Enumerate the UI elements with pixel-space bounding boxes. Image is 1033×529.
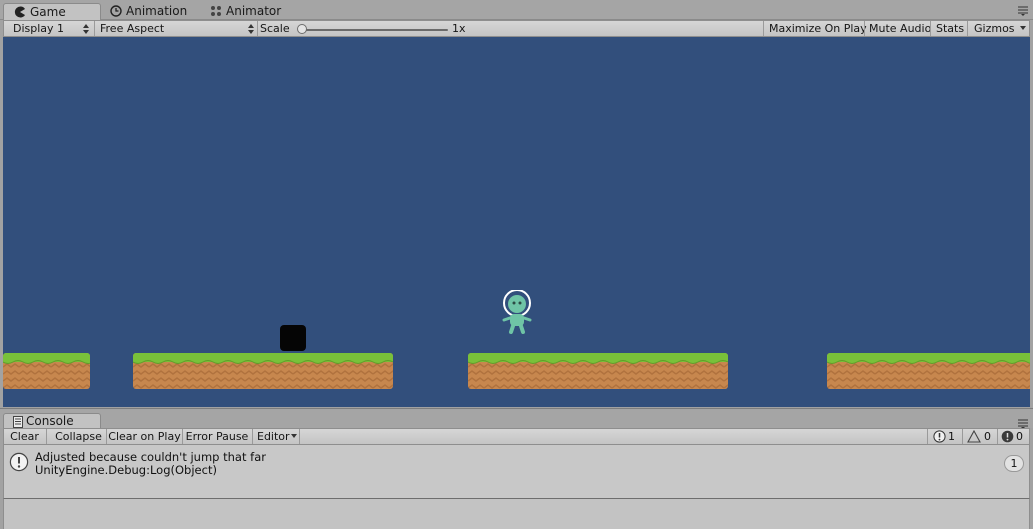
console-toolbar: Clear Collapse Clear on Play Error Pause… bbox=[3, 428, 1030, 445]
scale-label: Scale bbox=[260, 22, 290, 35]
alien-player-sprite bbox=[502, 290, 532, 334]
ground-platform bbox=[827, 353, 1030, 389]
toolbar-divider bbox=[927, 429, 928, 444]
collapse-toggle[interactable]: Collapse bbox=[51, 429, 106, 444]
scale-slider-handle[interactable] bbox=[297, 24, 307, 34]
tab-game-label: Game bbox=[30, 5, 66, 19]
info-icon bbox=[9, 452, 29, 472]
console-detail-pane[interactable] bbox=[3, 499, 1030, 529]
tab-game[interactable]: Game bbox=[3, 3, 101, 20]
log-entry[interactable]: Adjusted because couldn't jump that far … bbox=[4, 447, 1029, 479]
tab-animator[interactable]: Animator bbox=[200, 3, 300, 20]
error-filter-toggle[interactable]: 0 bbox=[999, 429, 1029, 444]
log-stacktrace: UnityEngine.Debug:Log(Object) bbox=[35, 463, 217, 477]
gizmos-label: Gizmos bbox=[974, 22, 1015, 35]
scale-slider-track[interactable] bbox=[300, 29, 448, 31]
ground-platform bbox=[133, 353, 393, 389]
black-block-obstacle bbox=[280, 325, 306, 351]
tab-animator-label: Animator bbox=[226, 4, 282, 18]
warning-count: 0 bbox=[984, 430, 991, 443]
console-tab-bar: Console bbox=[0, 408, 1033, 429]
dropdown-arrow-icon bbox=[83, 24, 89, 28]
ground-platform bbox=[468, 353, 728, 389]
mute-audio-toggle[interactable]: Mute Audio bbox=[863, 21, 937, 36]
info-count: 1 bbox=[948, 430, 955, 443]
warning-icon bbox=[967, 430, 981, 443]
display-dropdown[interactable]: Display 1 bbox=[7, 21, 93, 36]
maximize-on-play-toggle[interactable]: Maximize On Play bbox=[763, 21, 873, 36]
display-label: Display 1 bbox=[13, 22, 65, 35]
pacman-icon bbox=[14, 6, 25, 18]
scale-value: 1x bbox=[452, 22, 466, 35]
console-icon bbox=[13, 416, 23, 428]
clock-icon bbox=[110, 5, 122, 17]
game-toolbar: Display 1 Free Aspect Scale 1x Maximize … bbox=[3, 20, 1030, 37]
error-icon bbox=[1001, 430, 1014, 443]
gizmos-dropdown[interactable]: Gizmos bbox=[968, 21, 1030, 36]
stats-toggle[interactable]: Stats bbox=[930, 21, 970, 36]
console-log-list[interactable]: Adjusted because couldn't jump that far … bbox=[3, 445, 1030, 499]
error-pause-toggle[interactable]: Error Pause bbox=[183, 429, 251, 444]
game-view[interactable] bbox=[3, 37, 1030, 407]
log-message: Adjusted because couldn't jump that far bbox=[35, 450, 266, 464]
ground-platform bbox=[3, 353, 90, 389]
dropdown-arrow-icon bbox=[83, 30, 89, 34]
editor-tab-bar: Game Animation Animator bbox=[0, 0, 1033, 20]
tab-console[interactable]: Console bbox=[3, 413, 101, 429]
toolbar-divider bbox=[997, 429, 998, 444]
aspect-label: Free Aspect bbox=[100, 22, 165, 35]
panel-menu-icon[interactable] bbox=[1017, 4, 1029, 16]
warning-filter-toggle[interactable]: 0 bbox=[964, 429, 997, 444]
dropdown-arrow-icon bbox=[291, 434, 297, 438]
log-count-badge: 1 bbox=[1004, 455, 1024, 472]
info-filter-toggle[interactable]: 1 bbox=[930, 429, 962, 444]
editor-label: Editor bbox=[257, 430, 290, 443]
tab-animation-label: Animation bbox=[126, 4, 188, 18]
dropdown-arrow-icon bbox=[1020, 26, 1026, 30]
toolbar-divider bbox=[46, 429, 47, 444]
info-icon bbox=[933, 430, 946, 443]
toolbar-divider bbox=[962, 429, 963, 444]
error-count: 0 bbox=[1016, 430, 1023, 443]
editor-dropdown[interactable]: Editor bbox=[253, 429, 299, 444]
tab-console-label: Console bbox=[26, 414, 74, 428]
tab-animation[interactable]: Animation bbox=[100, 3, 200, 20]
toolbar-divider bbox=[299, 429, 300, 444]
clear-button[interactable]: Clear bbox=[4, 429, 45, 444]
clear-on-play-toggle[interactable]: Clear on Play bbox=[107, 429, 182, 444]
animator-nodes-icon bbox=[211, 6, 221, 16]
aspect-dropdown[interactable]: Free Aspect bbox=[94, 21, 258, 36]
